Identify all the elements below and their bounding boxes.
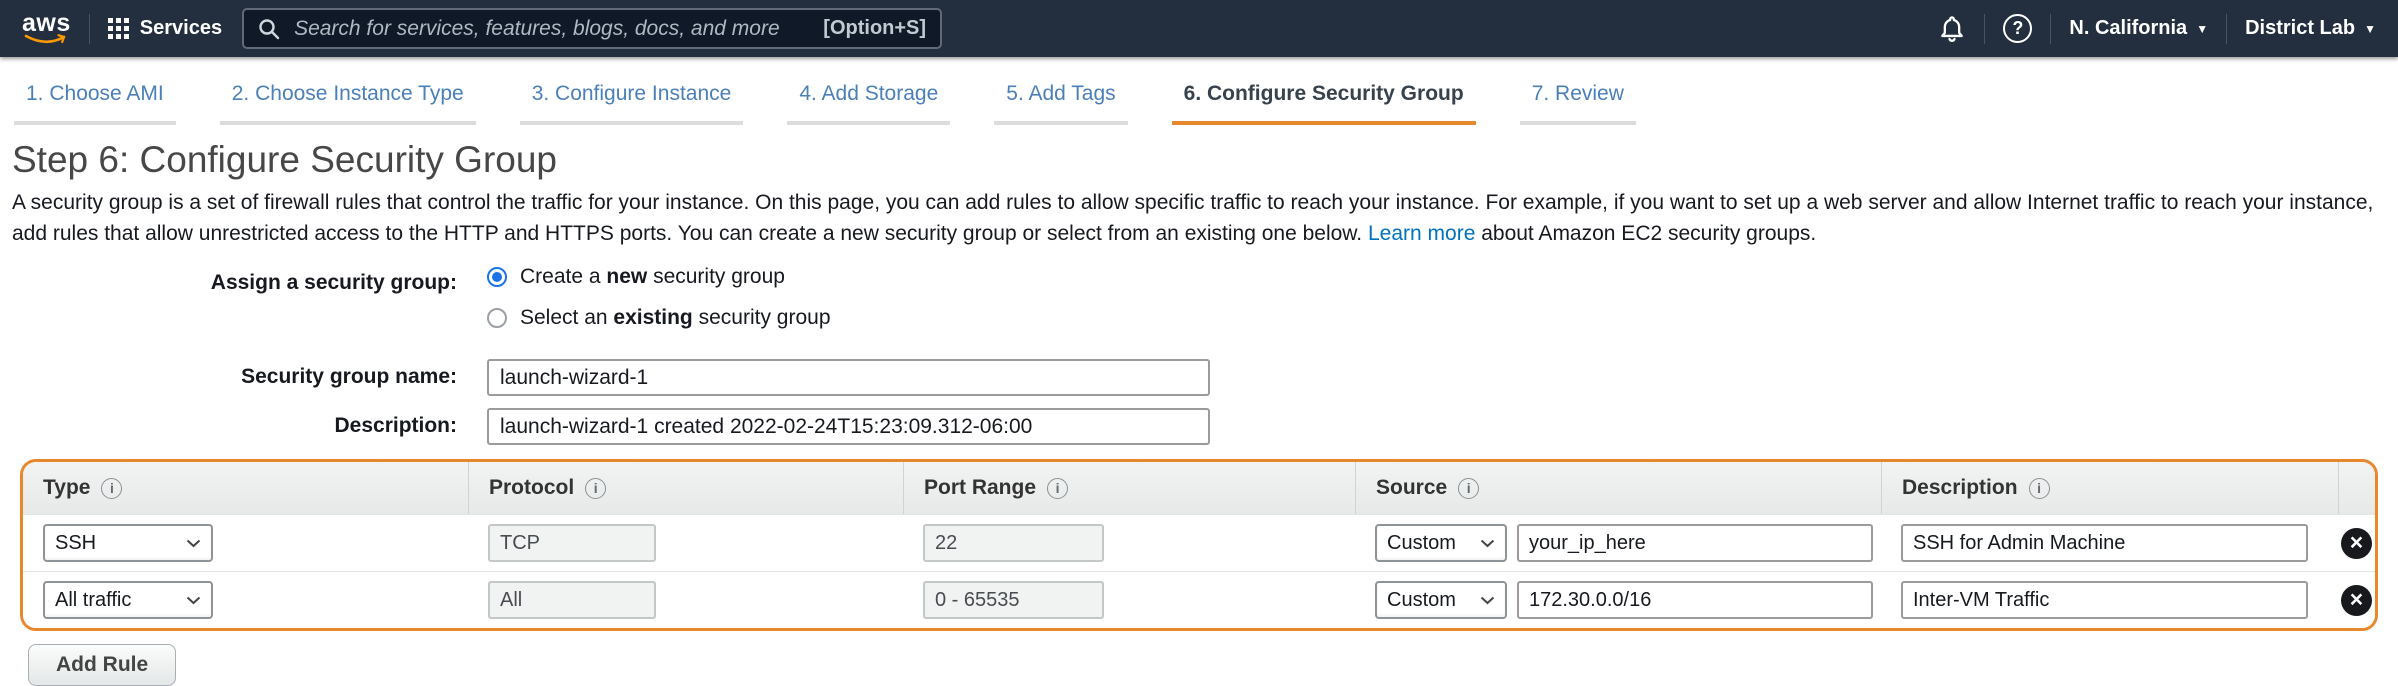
wizard-step-tabs: 1. Choose AMI 2. Choose Instance Type 3.… (0, 57, 2398, 125)
rule-description-input[interactable] (1901, 581, 2308, 619)
region-label: N. California (2069, 17, 2187, 40)
info-icon[interactable]: i (101, 478, 122, 499)
aws-smile-icon (24, 34, 68, 45)
radio-existing-label: Select an existing security group (520, 306, 831, 330)
column-header-source: Source i (1355, 462, 1881, 514)
security-group-description-row: Description: (12, 408, 2386, 445)
rule-port-range-field: 22 (923, 524, 1104, 562)
global-search-box[interactable]: [Option+S] (242, 8, 942, 49)
column-header-description: Description i (1881, 462, 2338, 514)
security-group-description-input[interactable] (487, 408, 1210, 445)
security-group-name-input[interactable] (487, 359, 1210, 396)
radio-create-label: Create a new security group (520, 265, 785, 289)
tab-choose-instance-type[interactable]: 2. Choose Instance Type (220, 82, 476, 125)
column-header-protocol: Protocol i (468, 462, 903, 514)
rule-port-range-field: 0 - 65535 (923, 581, 1104, 619)
security-group-description-label: Description: (12, 408, 457, 438)
radio-option-select-existing[interactable]: Select an existing security group (487, 306, 831, 330)
tab-add-tags[interactable]: 5. Add Tags (994, 82, 1127, 125)
tab-choose-ami[interactable]: 1. Choose AMI (14, 82, 176, 125)
tab-configure-instance[interactable]: 3. Configure Instance (520, 82, 744, 125)
topbar-divider (89, 14, 90, 44)
tab-add-storage[interactable]: 4. Add Storage (787, 82, 950, 125)
page-title: Step 6: Configure Security Group (12, 139, 2386, 181)
page-description: A security group is a set of firewall ru… (12, 187, 2384, 249)
bell-icon (1938, 14, 1966, 44)
column-header-type: Type i (23, 462, 468, 514)
search-shortcut-hint: [Option+S] (823, 17, 926, 40)
topbar-right-group: ? N. California ▼ District Lab ▼ (1938, 14, 2376, 44)
region-selector[interactable]: N. California ▼ (2069, 17, 2208, 40)
info-icon[interactable]: i (585, 478, 606, 499)
account-menu[interactable]: District Lab ▼ (2245, 17, 2376, 40)
description-tail: about Amazon EC2 security groups. (1475, 222, 1816, 245)
rule-source-input[interactable] (1517, 524, 1873, 562)
column-header-actions (2338, 462, 2375, 514)
delete-rule-button[interactable]: × (2341, 528, 2372, 559)
search-input[interactable] (292, 16, 823, 42)
help-button[interactable]: ? (2003, 14, 2032, 43)
delete-rule-button[interactable]: × (2341, 585, 2372, 616)
aws-logo[interactable]: aws (22, 12, 71, 45)
main-content: Step 6: Configure Security Group A secur… (0, 139, 2398, 686)
aws-logo-text: aws (22, 12, 71, 34)
column-header-port-range: Port Range i (903, 462, 1355, 514)
tab-review[interactable]: 7. Review (1520, 82, 1636, 125)
account-label: District Lab (2245, 17, 2355, 40)
chevron-down-icon (186, 596, 201, 605)
rule-type-select[interactable]: SSH (43, 524, 213, 562)
info-icon[interactable]: i (1047, 478, 1068, 499)
services-grid-icon (108, 18, 129, 39)
info-icon[interactable]: i (2029, 478, 2050, 499)
assign-security-group-label: Assign a security group: (12, 265, 457, 295)
topbar-divider (2226, 14, 2227, 44)
tab-configure-security-group[interactable]: 6. Configure Security Group (1172, 82, 1476, 125)
rule-protocol-field: All (488, 581, 656, 619)
services-label: Services (140, 17, 222, 40)
radio-selected-icon[interactable] (487, 267, 507, 287)
topbar-divider (1984, 14, 1985, 44)
radio-unselected-icon[interactable] (487, 308, 507, 328)
chevron-down-icon: ▼ (2364, 23, 2376, 35)
assign-security-group-row: Assign a security group: Create a new se… (12, 265, 2386, 347)
close-icon: × (2350, 531, 2363, 554)
rules-table-header: Type i Protocol i Port Range i Source i … (23, 462, 2375, 514)
rule-protocol-field: TCP (488, 524, 656, 562)
close-icon: × (2350, 588, 2363, 611)
search-icon (258, 18, 280, 40)
notifications-button[interactable] (1938, 14, 1966, 44)
radio-option-create-new[interactable]: Create a new security group (487, 265, 831, 289)
rule-type-select[interactable]: All traffic (43, 581, 213, 619)
description-lead: A security group is a set of firewall ru… (12, 191, 2373, 245)
learn-more-link[interactable]: Learn more (1368, 222, 1475, 245)
add-rule-button[interactable]: Add Rule (28, 644, 176, 686)
console-top-bar: aws Services [Option+S] ? (0, 0, 2398, 57)
services-menu-button[interactable]: Services (108, 17, 222, 40)
rule-source-mode-select[interactable]: Custom (1375, 581, 1507, 619)
rule-source-input[interactable] (1517, 581, 1873, 619)
rule-row-ssh: SSH TCP 22 Custom (23, 514, 2375, 571)
info-icon[interactable]: i (1458, 478, 1479, 499)
rule-row-all-traffic: All traffic All 0 - 65535 Custom (23, 571, 2375, 628)
security-rules-table-highlight: Type i Protocol i Port Range i Source i … (20, 459, 2378, 631)
chevron-down-icon (186, 539, 201, 548)
topbar-divider (2050, 14, 2051, 44)
security-group-name-label: Security group name: (12, 359, 457, 389)
chevron-down-icon (1480, 539, 1495, 548)
rule-description-input[interactable] (1901, 524, 2308, 562)
rule-source-mode-select[interactable]: Custom (1375, 524, 1507, 562)
help-icon: ? (2003, 14, 2032, 43)
security-group-name-row: Security group name: (12, 359, 2386, 396)
security-group-form: Assign a security group: Create a new se… (12, 265, 2386, 445)
chevron-down-icon: ▼ (2196, 23, 2208, 35)
chevron-down-icon (1480, 596, 1495, 605)
